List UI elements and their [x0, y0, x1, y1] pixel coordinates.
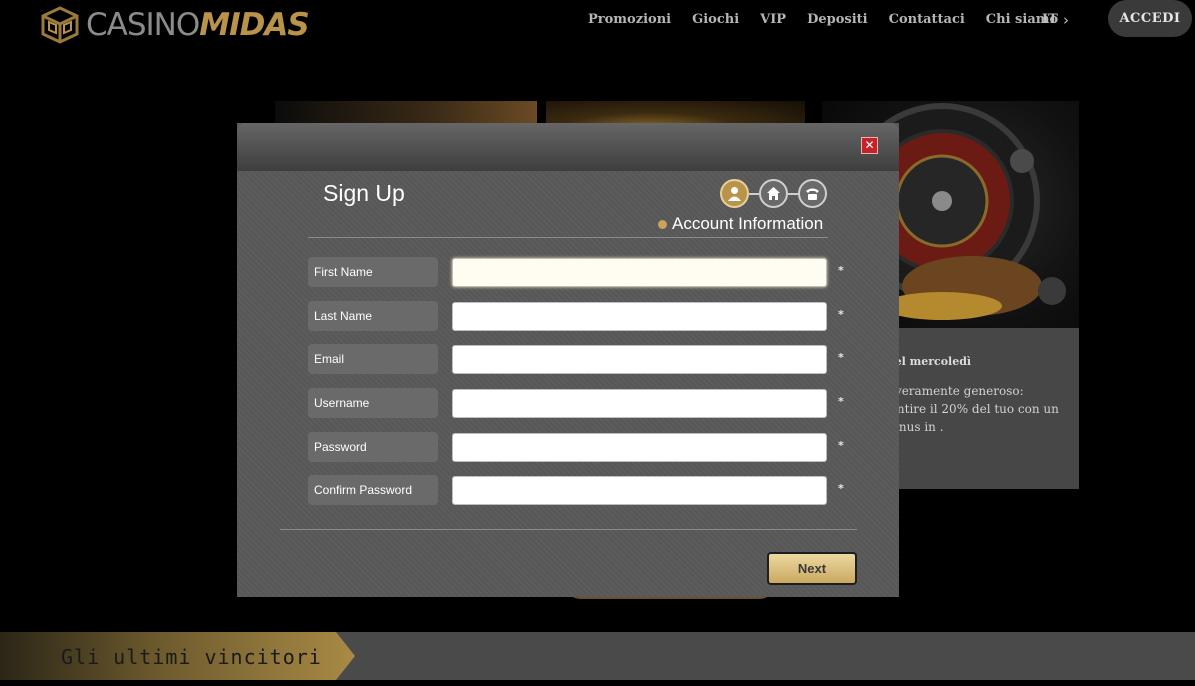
required-marker: * [838, 439, 844, 452]
password-label: Password [308, 432, 438, 462]
required-marker: * [838, 395, 844, 408]
nav-giochi[interactable]: Giochi [692, 12, 739, 27]
password-input[interactable] [452, 433, 827, 462]
email-row: Email * [308, 344, 848, 374]
chevron-right-icon[interactable]: › [1063, 11, 1069, 29]
logo-casino-text: CASINO [86, 7, 200, 43]
required-marker: * [838, 351, 844, 364]
confirm-password-label: Confirm Password [308, 475, 438, 505]
nav-promozioni[interactable]: Promozioni [588, 12, 671, 27]
modal-title: Sign Up [323, 180, 405, 206]
required-marker: * [838, 482, 844, 495]
email-input[interactable] [452, 345, 827, 374]
phone-step-icon [798, 179, 827, 208]
divider [308, 237, 828, 238]
email-label: Email [308, 344, 438, 374]
home-step-icon [759, 179, 788, 208]
user-step-icon [720, 179, 749, 208]
casino-midas-logo[interactable]: CASINOMIDAS [40, 6, 310, 44]
logo-midas-text: MIDAS [199, 7, 309, 43]
main-nav: Promozioni Giochi VIP Depositi Contattac… [588, 12, 1079, 27]
last-name-row: Last Name * [308, 301, 848, 331]
nav-vip[interactable]: VIP [760, 12, 786, 27]
nav-depositi[interactable]: Depositi [807, 12, 868, 27]
close-button[interactable]: ✕ [861, 137, 878, 154]
confirm-password-input[interactable] [452, 476, 827, 505]
first-name-label: First Name [308, 257, 438, 287]
required-marker: * [838, 264, 844, 277]
page: CASINOMIDAS Promozioni Giochi VIP Deposi… [0, 0, 1195, 686]
first-name-input[interactable] [452, 258, 827, 287]
nav-contattaci[interactable]: Contattaci [889, 12, 965, 27]
winners-title: Gli ultimi vincitori [61, 645, 322, 669]
login-button[interactable]: ACCEDI [1108, 0, 1192, 37]
current-step-label: Account Information [658, 214, 823, 234]
step-dot-icon [658, 219, 667, 229]
username-input[interactable] [452, 389, 827, 418]
signup-modal: ✕ Sign Up Account Information First Name… [237, 123, 899, 597]
language-selector[interactable]: IT [1042, 12, 1058, 27]
confirm-password-row: Confirm Password * [308, 475, 848, 505]
password-row: Password * [308, 432, 848, 462]
username-row: Username * [308, 388, 848, 418]
first-name-row: First Name * [308, 257, 848, 287]
step-indicator [720, 179, 830, 209]
last-name-input[interactable] [452, 302, 827, 331]
required-marker: * [838, 308, 844, 321]
last-name-label: Last Name [308, 301, 438, 331]
modal-header [237, 123, 899, 171]
divider [280, 529, 857, 530]
username-label: Username [308, 388, 438, 418]
logo-cube-icon [41, 6, 79, 44]
next-button[interactable]: Next [767, 552, 857, 585]
promo-card-text: è veramente generoso: rantire il 20% del… [884, 384, 1059, 434]
site-header: CASINOMIDAS Promozioni Giochi VIP Deposi… [0, 0, 1195, 44]
